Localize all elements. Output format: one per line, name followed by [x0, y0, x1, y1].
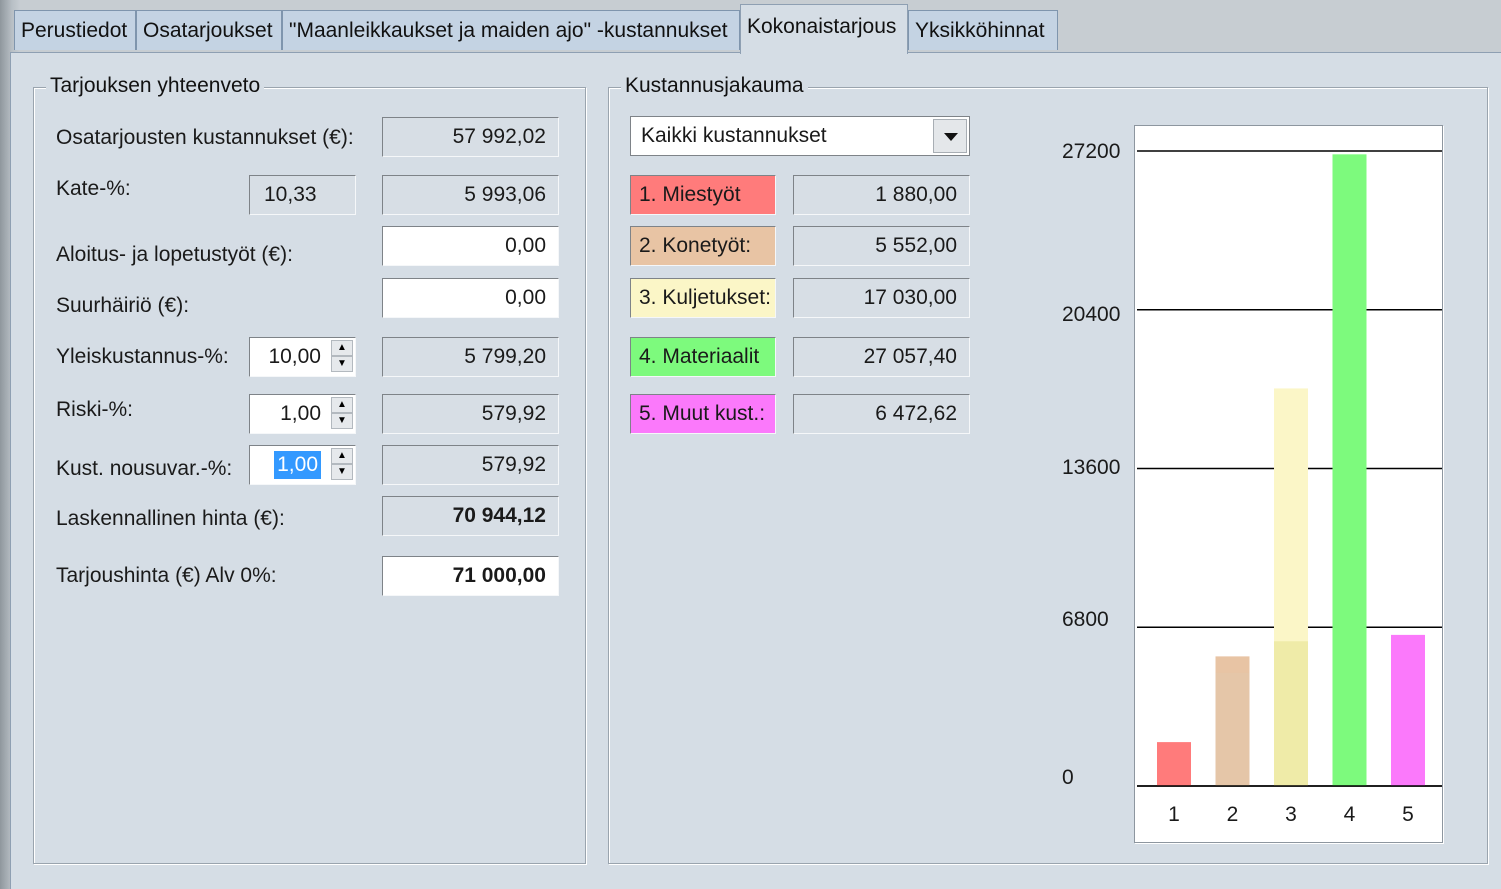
spin-up-icon[interactable]: ▲: [331, 397, 353, 413]
y-tick-label: 27200: [1062, 140, 1121, 163]
bar-overlay-2: [1215, 672, 1250, 786]
y-tick-label: 0: [1062, 766, 1074, 789]
kuljetukset-value: 17 030,00: [793, 278, 970, 318]
cost-chart-plot: 1 2 3 4 5: [1137, 150, 1442, 826]
nousuvar-label: Kust. nousuvar.-%:: [56, 457, 233, 480]
tarjoushinta-input[interactable]: 71 000,00: [382, 556, 559, 596]
stepper-buttons: ▲ ▼: [331, 448, 353, 482]
spin-down-icon[interactable]: ▼: [331, 464, 353, 480]
osatarjoukset-label: Osatarjousten kustannukset (€):: [56, 126, 354, 149]
riski-value: 579,92: [382, 394, 559, 434]
y-tick-label: 13600: [1062, 456, 1121, 479]
materiaalit-value: 27 057,40: [793, 337, 970, 377]
bar-4: [1332, 154, 1367, 786]
y-tick-label: 20400: [1062, 303, 1121, 326]
riski-stepper[interactable]: 1,00 ▲ ▼: [249, 394, 356, 434]
aloitus-input[interactable]: 0,00: [382, 226, 559, 266]
laskennallinen-label: Laskennallinen hinta (€):: [56, 507, 285, 530]
yleiskustannus-stepper[interactable]: 10,00 ▲ ▼: [249, 337, 356, 377]
spin-up-icon[interactable]: ▲: [331, 340, 353, 356]
x-tick-label: 2: [1227, 803, 1239, 826]
nousuvar-percent[interactable]: 1,00: [274, 451, 321, 479]
x-tick-label: 3: [1285, 803, 1297, 826]
yleiskustannus-label: Yleiskustannus-%:: [56, 345, 229, 368]
tab-yksikkohinnat[interactable]: Yksikköhinnat: [908, 10, 1058, 50]
legend-miestyot: 1. Miestyöt: [630, 175, 776, 215]
y-tick-label: 6800: [1062, 608, 1109, 631]
kate-label: Kate-%:: [56, 177, 131, 200]
suurhairio-input[interactable]: 0,00: [382, 278, 559, 318]
tab-strip: Perustiedot Osatarjoukset "Maanleikkauks…: [14, 4, 1484, 54]
tarjoushinta-label: Tarjoushinta (€) Alv 0%:: [56, 564, 277, 587]
yleiskustannus-percent: 10,00: [268, 345, 321, 368]
legend-konetyot: 2. Konetyöt:: [630, 226, 776, 266]
summary-group-title: Tarjouksen yhteenveto: [46, 74, 265, 98]
x-tick-label: 4: [1344, 803, 1356, 826]
legend-kuljetukset: 3. Kuljetukset:: [630, 278, 776, 318]
bar-overlay-3: [1274, 641, 1308, 786]
riski-label: Riski-%:: [56, 398, 133, 421]
cost-filter-select[interactable]: Kaikki kustannukset: [630, 116, 970, 156]
laskennallinen-value: 70 944,12: [382, 496, 559, 536]
muut-value: 6 472,62: [793, 394, 970, 434]
tab-maanleikkaukset[interactable]: "Maanleikkaukset ja maiden ajo" -kustann…: [282, 10, 740, 50]
nousuvar-stepper[interactable]: 1,00 ▲ ▼: [249, 445, 356, 485]
spin-down-icon[interactable]: ▼: [331, 356, 353, 372]
tab-perustiedot[interactable]: Perustiedot: [14, 10, 136, 50]
kate-value: 5 993,06: [382, 175, 559, 215]
miestyot-value: 1 880,00: [793, 175, 970, 215]
spin-up-icon[interactable]: ▲: [331, 448, 353, 464]
aloitus-label: Aloitus- ja lopetustyöt (€):: [56, 243, 293, 266]
suurhairio-label: Suurhäiriö (€):: [56, 294, 190, 317]
nousuvar-value: 579,92: [382, 445, 559, 485]
tab-osatarjoukset[interactable]: Osatarjoukset: [136, 10, 282, 50]
bar-1: [1157, 742, 1191, 786]
stepper-buttons: ▲ ▼: [331, 397, 353, 431]
x-tick-label: 5: [1402, 803, 1414, 826]
riski-percent: 1,00: [280, 402, 321, 425]
spin-down-icon[interactable]: ▼: [331, 413, 353, 429]
chevron-down-icon[interactable]: [933, 119, 967, 153]
cost-filter-selected: Kaikki kustannukset: [641, 124, 827, 147]
konetyot-value: 5 552,00: [793, 226, 970, 266]
kate-percent: 10,33: [249, 175, 356, 215]
osatarjoukset-value: 57 992,02: [382, 117, 559, 157]
distribution-group-title: Kustannusjakauma: [621, 74, 808, 98]
legend-materiaalit: 4. Materiaalit: [630, 337, 776, 377]
legend-muut: 5. Muut kust.:: [630, 394, 776, 434]
tab-kokonaistarjous[interactable]: Kokonaistarjous: [740, 4, 908, 54]
cost-chart: 1 2 3 4 5: [1134, 125, 1443, 843]
bar-5: [1391, 634, 1425, 786]
x-tick-label: 1: [1168, 803, 1180, 826]
yleiskustannus-value: 5 799,20: [382, 337, 559, 377]
stepper-buttons: ▲ ▼: [331, 340, 353, 374]
